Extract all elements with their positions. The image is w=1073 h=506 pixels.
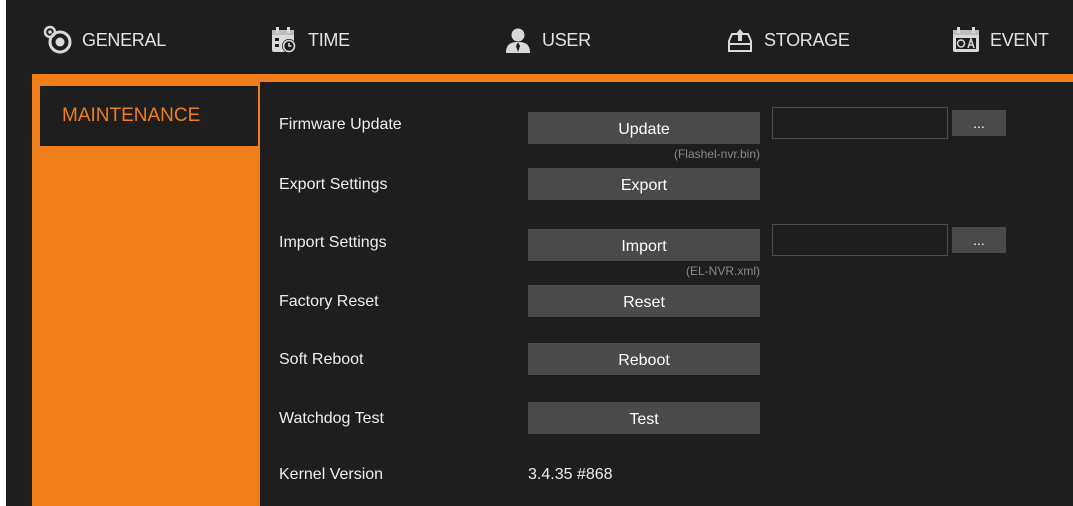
export-settings-label: Export Settings (279, 176, 388, 193)
sidebar: MAINTENANCE (40, 82, 260, 506)
tab-label: GENERAL (82, 29, 166, 50)
accent-border (32, 74, 40, 506)
export-button[interactable]: Export (528, 168, 760, 200)
sidebar-item-label: MAINTENANCE (62, 105, 201, 126)
watchdog-test-label: Watchdog Test (279, 410, 384, 427)
update-button[interactable]: Update (528, 112, 760, 144)
kernel-version-label: Kernel Version (279, 466, 384, 483)
calendar-event-icon (950, 25, 982, 55)
tab-user[interactable]: USER (502, 20, 591, 60)
firmware-browse-button[interactable]: ... (952, 110, 1006, 136)
import-file-field[interactable] (772, 224, 948, 256)
soft-reboot-label: Soft Reboot (279, 351, 364, 368)
top-navigation: GENERAL TIME USER STORAGE EVENT (6, 0, 1073, 74)
storage-upload-icon (724, 25, 756, 55)
firmware-update-label: Firmware Update (279, 116, 402, 133)
tab-label: USER (542, 29, 591, 50)
tab-label: EVENT (990, 29, 1049, 50)
import-file-hint: (EL-NVR.xml) (686, 264, 760, 278)
calendar-clock-icon (268, 25, 300, 55)
factory-reset-label: Factory Reset (279, 293, 379, 310)
user-icon (502, 25, 534, 55)
tab-label: TIME (308, 29, 350, 50)
import-settings-label: Import Settings (279, 234, 387, 251)
tab-general[interactable]: GENERAL (42, 20, 166, 60)
firmware-file-field[interactable] (772, 107, 948, 139)
kernel-version-value: 3.4.35 #868 (528, 466, 613, 483)
sidebar-item-maintenance[interactable]: MAINTENANCE (40, 86, 258, 146)
tab-time[interactable]: TIME (268, 20, 350, 60)
accent-divider (32, 74, 1073, 82)
test-button[interactable]: Test (528, 402, 760, 434)
tab-event[interactable]: EVENT (950, 20, 1049, 60)
firmware-file-hint: (Flashel-nvr.bin) (673, 147, 760, 161)
tab-label: STORAGE (764, 29, 850, 50)
reset-button[interactable]: Reset (528, 285, 760, 317)
reboot-button[interactable]: Reboot (528, 343, 760, 375)
tab-storage[interactable]: STORAGE (724, 20, 850, 60)
gear-icon (42, 25, 74, 55)
import-browse-button[interactable]: ... (952, 227, 1006, 253)
import-button[interactable]: Import (528, 229, 760, 261)
